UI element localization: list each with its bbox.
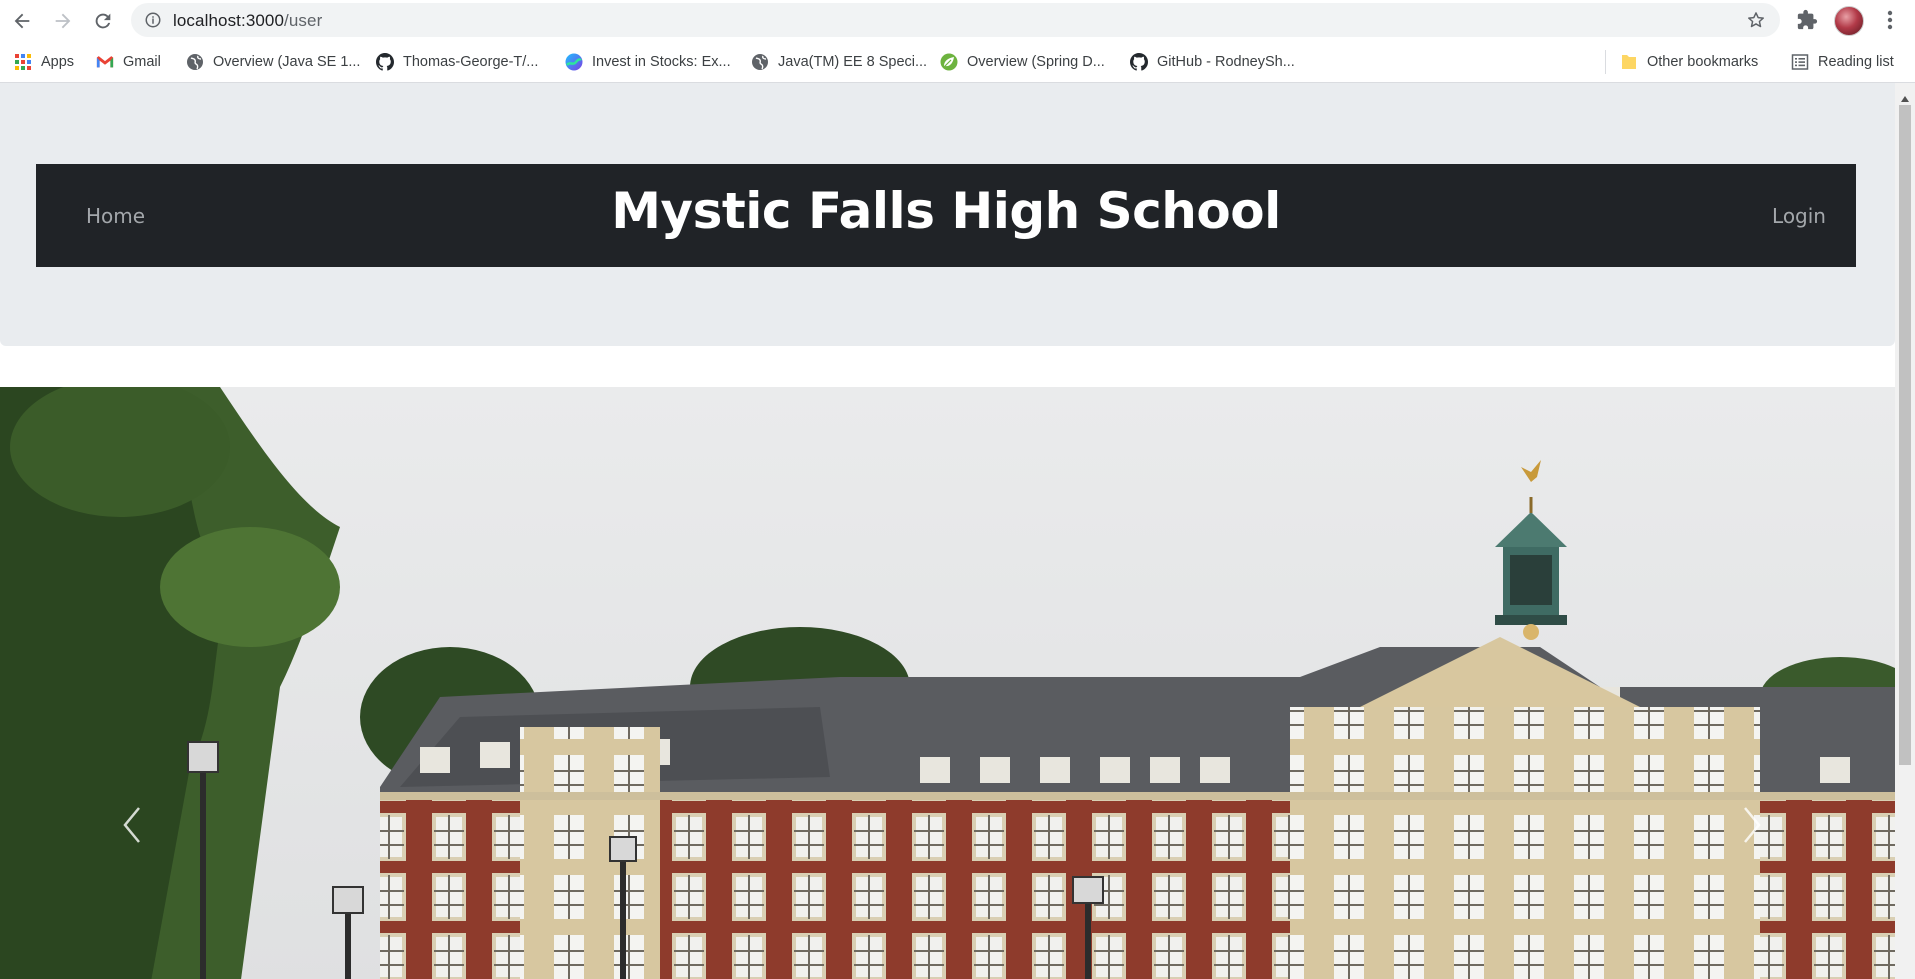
more-vert-icon[interactable] — [1880, 9, 1900, 36]
globe-icon — [751, 53, 769, 71]
bookmark-label: Java(TM) EE 8 Speci... — [778, 54, 928, 70]
school-building-photo — [0, 387, 1895, 979]
arrow-right-icon — [55, 13, 71, 29]
bookmarks-separator — [1605, 50, 1606, 74]
bookmark-gmail[interactable]: Gmail — [96, 51, 161, 73]
bookmark-star-icon[interactable] — [1746, 10, 1766, 35]
arrow-left-icon — [14, 13, 30, 29]
extensions-puzzle-icon[interactable] — [1796, 9, 1818, 36]
url-path: /user — [284, 11, 323, 30]
apps-grid-icon — [14, 53, 32, 71]
bookmark-invest-stocks[interactable]: Invest in Stocks: Ex... — [565, 51, 731, 73]
info-icon[interactable] — [144, 11, 162, 34]
github-icon — [1130, 53, 1148, 71]
forward-button[interactable] — [50, 8, 76, 34]
carousel-next-icon[interactable] — [1742, 805, 1762, 845]
reload-button[interactable] — [90, 8, 116, 34]
page-scrollbar[interactable] — [1895, 83, 1915, 979]
header-jumbotron: Home Mystic Falls High School Login — [0, 83, 1895, 346]
bookmark-apps[interactable]: Apps — [14, 51, 74, 73]
bookmark-label: Invest in Stocks: Ex... — [592, 54, 731, 70]
bookmark-thomas-george[interactable]: Thomas-George-T/... — [376, 51, 538, 73]
scrollbar-thumb[interactable] — [1899, 105, 1911, 765]
reload-icon — [95, 13, 111, 29]
profile-avatar[interactable] — [1834, 6, 1864, 36]
other-bookmarks-label: Other bookmarks — [1647, 54, 1759, 70]
github-icon — [376, 53, 394, 71]
bookmark-java-ee[interactable]: Java(TM) EE 8 Speci... — [751, 51, 927, 73]
address-bar[interactable]: localhost:3000/user — [131, 3, 1780, 37]
globe-icon — [186, 53, 204, 71]
top-navbar: Home Mystic Falls High School Login — [36, 164, 1856, 267]
image-carousel — [0, 387, 1895, 979]
reading-list-icon — [1791, 53, 1809, 71]
nav-login-link[interactable]: Login — [1772, 204, 1826, 228]
bookmark-spring[interactable]: Overview (Spring D... — [940, 51, 1105, 73]
bookmark-java-se[interactable]: Overview (Java SE 1... — [186, 51, 360, 73]
reading-list[interactable]: Reading list — [1791, 51, 1894, 73]
bookmark-label: GitHub - RodneySh... — [1157, 54, 1295, 70]
back-button[interactable] — [9, 8, 35, 34]
site-title: Mystic Falls High School — [611, 182, 1281, 240]
spring-leaf-icon — [940, 53, 958, 71]
url-host: localhost:3000 — [173, 11, 285, 30]
bookmark-label: Gmail — [123, 54, 161, 70]
stocks-icon — [565, 53, 583, 71]
url-text[interactable]: localhost:3000/user — [173, 11, 322, 31]
bookmark-label: Overview (Spring D... — [967, 54, 1105, 70]
bookmark-github-rodney[interactable]: GitHub - RodneySh... — [1130, 51, 1295, 73]
folder-icon — [1620, 53, 1638, 71]
reading-list-label: Reading list — [1818, 54, 1894, 70]
other-bookmarks[interactable]: Other bookmarks — [1620, 51, 1758, 73]
page-viewport: Home Mystic Falls High School Login — [0, 83, 1895, 979]
browser-toolbar: localhost:3000/user — [0, 0, 1915, 42]
bookmarks-bar: Apps Gmail Overview (Java SE 1... Thomas… — [0, 42, 1915, 83]
bookmark-label: Overview (Java SE 1... — [213, 54, 361, 70]
bookmark-label: Apps — [41, 54, 75, 70]
bookmark-label: Thomas-George-T/... — [403, 54, 539, 70]
gmail-icon — [96, 53, 114, 71]
carousel-prev-icon[interactable] — [122, 805, 142, 845]
